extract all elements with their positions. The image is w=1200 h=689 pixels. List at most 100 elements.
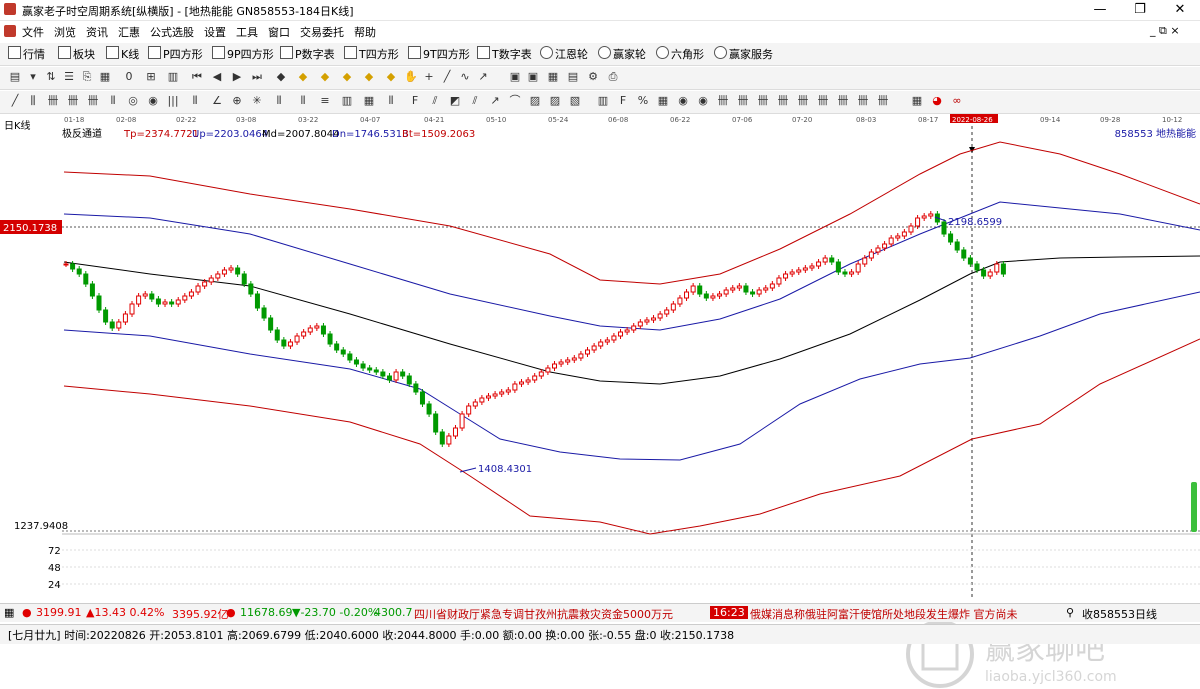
chart2-icon[interactable]: ▤ <box>566 70 580 84</box>
dropdown-icon[interactable]: ▾ <box>26 70 40 84</box>
draw-angle-icon[interactable]: ∠ <box>210 94 224 108</box>
kline-chart-panel[interactable]: 01-18 02-08 02-22 03-08 03-22 04-07 04-21 05-10… <box>0 114 1200 688</box>
first-icon[interactable]: ⏮ <box>190 70 204 84</box>
draw-parallel-icon[interactable]: ⫼ <box>26 94 40 108</box>
mdi-controls[interactable]: _ ⧉ × <box>1150 24 1180 38</box>
toolbar-psquare-button[interactable]: P四方形 <box>148 46 203 62</box>
diamond-2-icon[interactable]: ◆ <box>296 70 310 84</box>
app-menu-icon[interactable] <box>4 25 16 37</box>
draw-fan8-icon[interactable]: 卌 <box>836 94 850 108</box>
menu-window[interactable]: 窗口 <box>268 24 290 40</box>
subscribe-label[interactable]: 收858553日线 <box>1082 606 1157 622</box>
toolbar-quote-button[interactable]: 行情 <box>8 46 45 62</box>
diamond-4-icon[interactable]: ◆ <box>340 70 354 84</box>
draw-fan10-icon[interactable]: 卌 <box>876 94 890 108</box>
hand-icon[interactable]: ✋ <box>404 70 418 84</box>
draw-bars-icon[interactable]: ||| <box>166 94 180 108</box>
table2-icon[interactable]: ▦ <box>546 70 560 84</box>
draw-cols-icon[interactable]: ⦀ <box>384 94 398 108</box>
list-icon[interactable]: ☰ <box>62 70 76 84</box>
draw-fib-icon[interactable]: 卌 <box>46 94 60 108</box>
draw-circle-icon[interactable]: ◉ <box>146 94 160 108</box>
toolbar-9psquare-button[interactable]: 9P四方形 <box>212 46 274 62</box>
infinity-icon[interactable]: ∞ <box>950 94 964 108</box>
draw-pitch-icon[interactable]: ⫽ <box>468 94 482 108</box>
draw-line-icon[interactable]: ╱ <box>8 94 22 108</box>
close-button[interactable]: ✕ <box>1160 0 1200 20</box>
diamond-6-icon[interactable]: ◆ <box>384 70 398 84</box>
prev-icon[interactable]: ◀ <box>210 70 224 84</box>
draw-trend-icon[interactable]: ↗ <box>488 94 502 108</box>
draw-table-icon[interactable]: ▥ <box>596 94 610 108</box>
menu-tools[interactable]: 工具 <box>236 24 258 40</box>
minimize-button[interactable]: — <box>1080 0 1120 20</box>
draw-channel-icon[interactable]: ⫽ <box>428 94 442 108</box>
wave-icon[interactable]: ∿ <box>458 70 472 84</box>
draw-star-icon[interactable]: ✳ <box>250 94 264 108</box>
draw-vlines-icon[interactable]: ⦀ <box>296 94 310 108</box>
next-icon[interactable]: ▶ <box>230 70 244 84</box>
draw-ratio-icon[interactable]: Ϝ <box>616 94 630 108</box>
draw-gann-icon[interactable]: 卌 <box>66 94 80 108</box>
diamond-3-icon[interactable]: ◆ <box>318 70 332 84</box>
draw-hlines-icon[interactable]: ≡ <box>318 94 332 108</box>
toolbar-winner-wheel-button[interactable]: 赢家轮 <box>598 46 646 62</box>
toolbar-kline-button[interactable]: K线 <box>106 46 139 62</box>
draw-box3-icon[interactable]: ▨ <box>548 94 562 108</box>
copy-icon[interactable]: ⎘ <box>80 70 94 84</box>
expand-icon[interactable]: ⊞ <box>144 70 158 84</box>
draw-fan-icon[interactable]: 卌 <box>86 94 100 108</box>
line-icon[interactable]: ╱ <box>440 70 454 84</box>
draw-fan4-icon[interactable]: 卌 <box>756 94 770 108</box>
layout-icon[interactable]: ▦ <box>98 70 112 84</box>
last-icon[interactable]: ⏭ <box>250 70 264 84</box>
crosshair-icon[interactable]: + <box>422 70 436 84</box>
subscribe-icon[interactable]: ⚲ <box>1066 606 1074 619</box>
menu-browse[interactable]: 浏览 <box>54 24 76 40</box>
draw-fibo-icon[interactable]: Ϝ <box>408 94 422 108</box>
draw-fan7-icon[interactable]: 卌 <box>816 94 830 108</box>
menu-formula[interactable]: 公式选股 <box>150 24 194 40</box>
menu-huihui[interactable]: 汇惠 <box>118 24 140 40</box>
draw-target-icon[interactable]: ⊕ <box>230 94 244 108</box>
toolbar-hexagon-button[interactable]: 六角形 <box>656 46 704 62</box>
draw-cycle-icon[interactable]: ⫴ <box>106 94 120 108</box>
maximize-button[interactable]: ❐ <box>1120 0 1160 20</box>
diamond-5-icon[interactable]: ◆ <box>362 70 376 84</box>
kline-chart[interactable]: 01-18 02-08 02-22 03-08 03-22 04-07 04-21 05-10… <box>0 114 1200 600</box>
menu-help[interactable]: 帮助 <box>354 24 376 40</box>
draw-box2-icon[interactable]: ▨ <box>528 94 542 108</box>
pie-icon[interactable]: ◕ <box>930 94 944 108</box>
draw-coin-icon[interactable]: ◉ <box>676 94 690 108</box>
period-menu-icon[interactable]: ▤ <box>8 70 22 84</box>
menu-trade[interactable]: 交易委托 <box>300 24 344 40</box>
toolbar-pnumber-button[interactable]: P数字表 <box>280 46 335 62</box>
menu-info[interactable]: 资讯 <box>86 24 108 40</box>
toolbar-tnumber-button[interactable]: T数字表 <box>477 46 532 62</box>
menu-settings[interactable]: 设置 <box>204 24 226 40</box>
news-ticker-1[interactable]: 四川省财政厅紧急专调甘孜州抗震救灾资金5000万元 <box>414 606 673 622</box>
toolbar-9tsquare-button[interactable]: 9T四方形 <box>408 46 470 62</box>
calc-icon[interactable]: ▣ <box>508 70 522 84</box>
draw-grid-icon[interactable]: ▦ <box>362 94 376 108</box>
draw-ellipse-icon[interactable]: ◎ <box>126 94 140 108</box>
zero-icon[interactable]: 0 <box>122 70 136 84</box>
layout-icon-status[interactable]: ▦ <box>4 606 14 619</box>
ray-icon[interactable]: ↗ <box>476 70 490 84</box>
vertical-scrollbar[interactable] <box>1191 482 1197 532</box>
draw-coin2-icon[interactable]: ◉ <box>696 94 710 108</box>
draw-fan6-icon[interactable]: 卌 <box>796 94 810 108</box>
draw-fan5-icon[interactable]: 卌 <box>776 94 790 108</box>
news-ticker-2[interactable]: 俄媒消息称俄驻阿富汗使馆所处地段发生爆炸 官方尚未 <box>750 606 1018 622</box>
menu-file[interactable]: 文件 <box>22 24 44 40</box>
draw-grid2-icon[interactable]: ▦ <box>656 94 670 108</box>
toolbar-gann-wheel-button[interactable]: 江恩轮 <box>540 46 588 62</box>
draw-fan3-icon[interactable]: 卌 <box>736 94 750 108</box>
toolbar-tsquare-button[interactable]: T四方形 <box>344 46 399 62</box>
diamond-1-icon[interactable]: ◆ <box>274 70 288 84</box>
percent-icon[interactable]: % <box>636 94 650 108</box>
draw-split-icon[interactable]: ⫴ <box>272 94 286 108</box>
draw-fan9-icon[interactable]: 卌 <box>856 94 870 108</box>
tools-icon[interactable]: ⚙ <box>586 70 600 84</box>
draw-time-icon[interactable]: ⫴ <box>188 94 202 108</box>
